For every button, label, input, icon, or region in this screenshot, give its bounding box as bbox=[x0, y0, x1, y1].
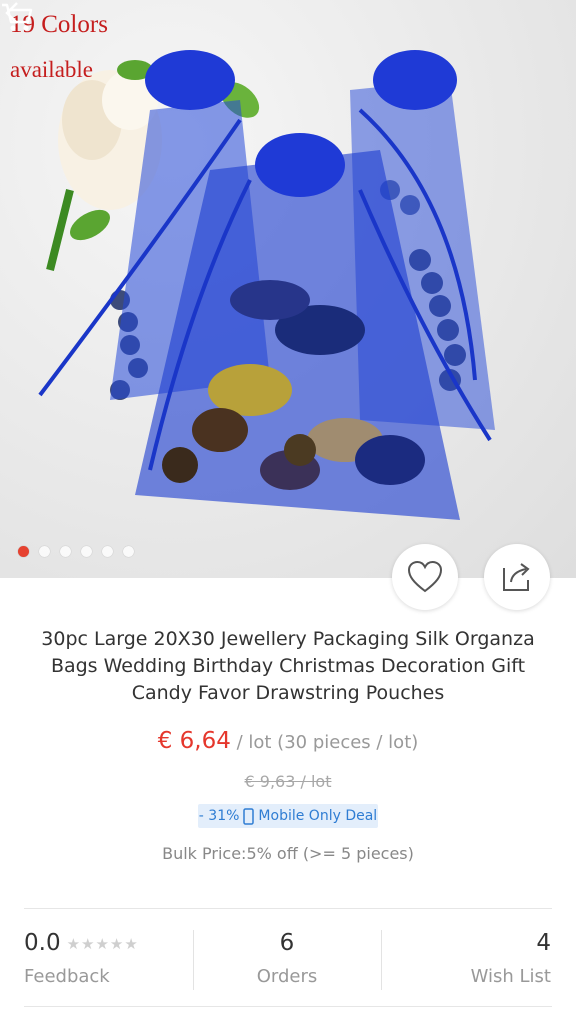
available-overlay-text: available bbox=[10, 57, 94, 82]
rating-value: 0.0 bbox=[24, 930, 61, 956]
current-price: € 6,64 bbox=[157, 728, 231, 754]
orders-label: Orders bbox=[256, 966, 318, 987]
orders-value: 6 bbox=[279, 930, 295, 956]
mobile-deal-badge: - 31% Mobile Only Deal bbox=[198, 804, 378, 828]
price-unit: / lot (30 pieces / lot) bbox=[230, 732, 419, 753]
divider bbox=[24, 908, 552, 909]
carousel-dot[interactable] bbox=[102, 546, 113, 557]
shopping-cart-icon[interactable] bbox=[0, 0, 34, 34]
product-title: 30pc Large 20X30 Jewellery Packaging Sil… bbox=[41, 628, 535, 704]
heart-icon bbox=[407, 560, 443, 593]
product-photo bbox=[38, 50, 495, 520]
carousel-dot[interactable] bbox=[39, 546, 50, 557]
feedback-stat[interactable]: 0.0 ★★★★★ Feedback bbox=[24, 930, 139, 987]
share-icon bbox=[503, 563, 530, 591]
wishlist-value: 4 bbox=[536, 930, 551, 956]
original-price: € 9,63 / lot bbox=[244, 772, 332, 791]
carousel-indicator bbox=[18, 546, 134, 557]
bulk-price: Bulk Price:5% off (>= 5 pieces) bbox=[162, 844, 414, 863]
carousel-dot[interactable] bbox=[60, 546, 71, 557]
wishlist-stat[interactable]: 4 Wish List bbox=[381, 930, 551, 987]
feedback-label: Feedback bbox=[24, 966, 110, 987]
wishlist-label: Wish List bbox=[470, 966, 551, 987]
add-to-wishlist-button[interactable] bbox=[392, 544, 458, 610]
deal-label: Mobile Only Deal bbox=[258, 808, 378, 824]
orders-stat[interactable]: 6 Orders bbox=[193, 930, 381, 987]
product-image-carousel[interactable]: 19 Colors available bbox=[0, 0, 576, 578]
rating-stars: ★★★★★ bbox=[66, 934, 139, 953]
deal-discount: - 31% bbox=[198, 808, 240, 824]
price-row: € 6,64 / lot (30 pieces / lot) bbox=[0, 728, 576, 754]
carousel-dot[interactable] bbox=[18, 546, 29, 557]
carousel-dot[interactable] bbox=[123, 546, 134, 557]
carousel-dot[interactable] bbox=[81, 546, 92, 557]
divider bbox=[24, 1006, 552, 1007]
phone-icon bbox=[243, 807, 255, 825]
share-button[interactable] bbox=[484, 544, 550, 610]
